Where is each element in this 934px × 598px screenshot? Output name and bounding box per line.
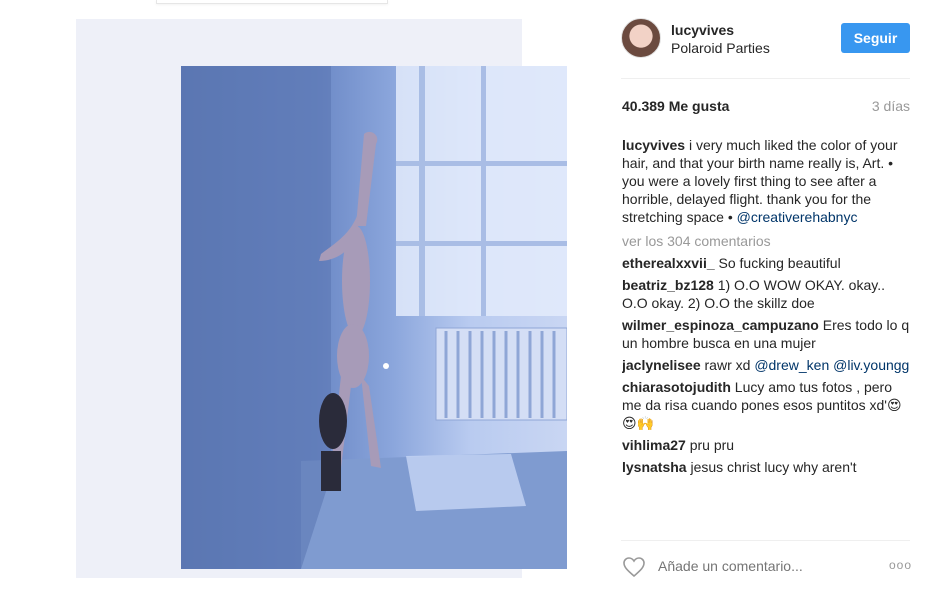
add-comment-row: ooo [622,556,912,578]
post-image-frame [76,19,567,578]
comment-username[interactable]: beatriz_bz128 [622,277,714,293]
photo-illustration [181,66,567,569]
comment-text: rawr xd [704,357,751,373]
instagram-post-page: lucyvives Polaroid Parties Seguir 40.389… [0,0,934,598]
comment-item: beatriz_bz128 1) O.O WOW OKAY. okay.. O.… [622,276,914,312]
comment-text: So fucking beautiful [718,255,841,271]
comment-username[interactable]: vihlima27 [622,437,686,453]
comment-username[interactable]: wilmer_espinoza_campuzano [622,317,819,333]
comment-username[interactable]: lysnatsha [622,459,687,475]
caption-username[interactable]: lucyvives [622,137,685,153]
header-divider [621,78,910,79]
caption-mention[interactable]: @creativerehabnyc [737,209,858,225]
user-avatar[interactable] [621,18,661,58]
more-options-icon[interactable]: ooo [889,558,912,572]
post-caption: lucyvives i very much liked the color of… [622,136,914,226]
view-all-comments-link[interactable]: ver los 304 comentarios [622,232,914,250]
add-comment-input[interactable] [658,558,858,574]
post-header: lucyvives Polaroid Parties Seguir [612,16,922,62]
follow-button[interactable]: Seguir [841,23,910,53]
comment-username[interactable]: jaclynelisee [622,357,701,373]
top-dropdown-stub [156,0,388,4]
comment-item: jaclynelisee rawr xd @drew_ken @liv.youn… [622,356,914,374]
comment-item: vihlima27 pru pru [622,436,914,454]
post-username[interactable]: lucyvives [671,22,734,38]
comment-text: pru pru [689,437,735,453]
post-location[interactable]: Polaroid Parties [671,40,770,56]
post-photo[interactable] [181,66,567,569]
comment-item: wilmer_espinoza_campuzano Eres todo lo q… [622,316,914,352]
comment-text: jesus christ lucy why aren't [690,459,857,475]
comments-list: lucyvives i very much liked the color of… [622,136,914,532]
comment-username[interactable]: etherealxxvii_ [622,255,715,271]
post-time[interactable]: 3 días [872,98,910,114]
post-sidebar: lucyvives Polaroid Parties Seguir 40.389… [612,0,934,598]
heart-outline-icon[interactable] [622,556,646,578]
comment-item: chiarasotojudith Lucy amo tus fotos , pe… [622,378,914,432]
comment-mention[interactable]: @drew_ken [754,357,829,373]
comments-divider [621,540,910,541]
likes-count[interactable]: 40.389 Me gusta [622,98,729,114]
post-stats: 40.389 Me gusta 3 días [622,98,910,118]
comment-item: lysnatsha jesus christ lucy why aren't [622,458,914,476]
comment-username[interactable]: chiarasotojudith [622,379,731,395]
comment-mention[interactable]: @liv.youngg [833,357,909,373]
comment-item: etherealxxvii_ So fucking beautiful [622,254,914,272]
